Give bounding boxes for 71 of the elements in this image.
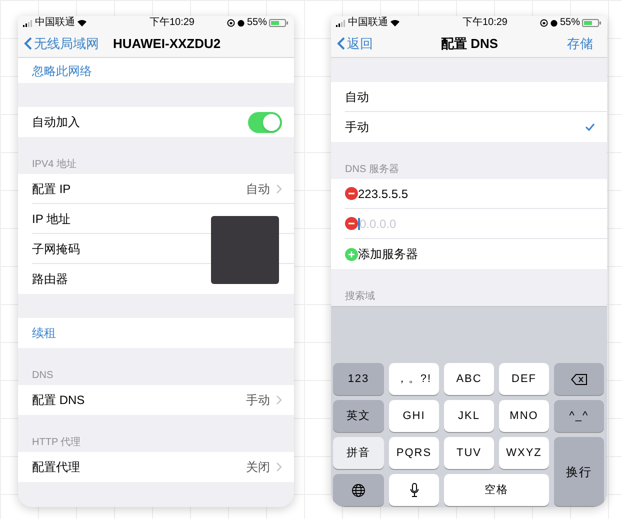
signal-icon [23, 20, 33, 26]
microphone-key[interactable] [389, 474, 439, 506]
row-label: 自动加入 [32, 114, 80, 131]
back-chevron-icon [337, 37, 345, 50]
keyboard-key[interactable]: TUV [444, 437, 494, 469]
input-field[interactable]: 0.0.0.0 [360, 214, 595, 232]
lock-rotation-icon [540, 19, 548, 27]
chevron-icon [276, 395, 282, 405]
keyboard-key[interactable]: 英文 [333, 400, 384, 432]
keyboard-key[interactable]: GHI [389, 400, 439, 432]
server-address: 223.5.5.5 [358, 186, 408, 202]
row-value: 手动 [246, 392, 270, 409]
section-header: DNS [32, 371, 54, 381]
row-label: 配置 IP [32, 180, 71, 198]
keyboard-key[interactable]: ^_^ [554, 400, 604, 432]
section-header: HTTP 代理 [32, 438, 81, 448]
battery-icon [582, 19, 602, 27]
section-header: 搜索域 [345, 292, 375, 302]
globe-icon [352, 484, 365, 496]
keyboard-key[interactable]: ABC [444, 363, 494, 395]
chevron-icon [276, 462, 282, 472]
back-chevron-icon [24, 37, 32, 50]
keyboard-key[interactable]: DEF [499, 363, 549, 395]
toggle-switch[interactable] [248, 112, 282, 132]
section-header: IPV4 地址 [32, 160, 76, 170]
option-label[interactable]: 手动 [345, 118, 369, 136]
back-button[interactable]: 返回 [337, 34, 373, 54]
battery-percentage: 55% [246, 18, 267, 28]
return-key[interactable]: 换行 [554, 437, 604, 506]
status-time: 下午10:29 [149, 18, 194, 28]
backspace-icon [571, 374, 587, 384]
keyboard-key[interactable]: MNO [499, 400, 549, 432]
space-key[interactable]: 空格 [444, 474, 549, 506]
status-time: 下午10:29 [462, 18, 508, 28]
lock-rotation-icon [226, 19, 235, 27]
save-button[interactable]: 存储 [567, 34, 593, 54]
nav-title: HUAWEI-XXZDU2 [113, 34, 221, 53]
carrier-name: 中国联通 [35, 18, 75, 28]
row-label: 配置 DNS [32, 392, 85, 409]
row-value: 自动 [246, 180, 270, 198]
keyboard-key[interactable]: JKL [444, 400, 494, 432]
row-label: 配置代理 [32, 459, 80, 476]
keyboard-key[interactable]: WXYZ [499, 437, 549, 469]
battery-percentage: 55% [560, 18, 580, 28]
carrier-name: 中国联通 [348, 18, 388, 28]
keyboard-key[interactable]: ，。?! [389, 363, 439, 395]
section-header: DNS 服务器 [345, 165, 399, 175]
wifi-icon [77, 19, 87, 27]
chevron-icon [276, 184, 282, 194]
signal-icon [336, 20, 346, 26]
keyboard-key[interactable]: PQRS [389, 437, 439, 469]
wifi-icon [390, 19, 400, 27]
globe-key[interactable] [333, 474, 384, 506]
row-label: IP 地址 [32, 210, 70, 228]
row-label: 子网掩码 [32, 240, 80, 258]
text-cursor [358, 218, 360, 230]
remove-icon[interactable] [345, 187, 358, 200]
keyboard-key[interactable]: 拼音 [333, 437, 384, 469]
add-server-button[interactable]: 添加服务器 [358, 245, 418, 263]
nav-title: 配置 DNS [441, 34, 497, 53]
option-label[interactable]: 自动 [345, 88, 369, 106]
row-value: 关闭 [246, 459, 270, 476]
microphone-icon [410, 483, 418, 497]
keyboard-key[interactable]: 123 [333, 363, 384, 395]
row-label: 路由器 [32, 271, 68, 288]
battery-icon [268, 19, 289, 27]
link-text[interactable]: 忽略此网络 [32, 62, 92, 80]
remove-icon[interactable] [345, 217, 358, 230]
link-text[interactable]: 续租 [32, 324, 56, 342]
back-button[interactable]: 无线局域网 [24, 34, 99, 54]
delete-key[interactable] [554, 363, 604, 395]
